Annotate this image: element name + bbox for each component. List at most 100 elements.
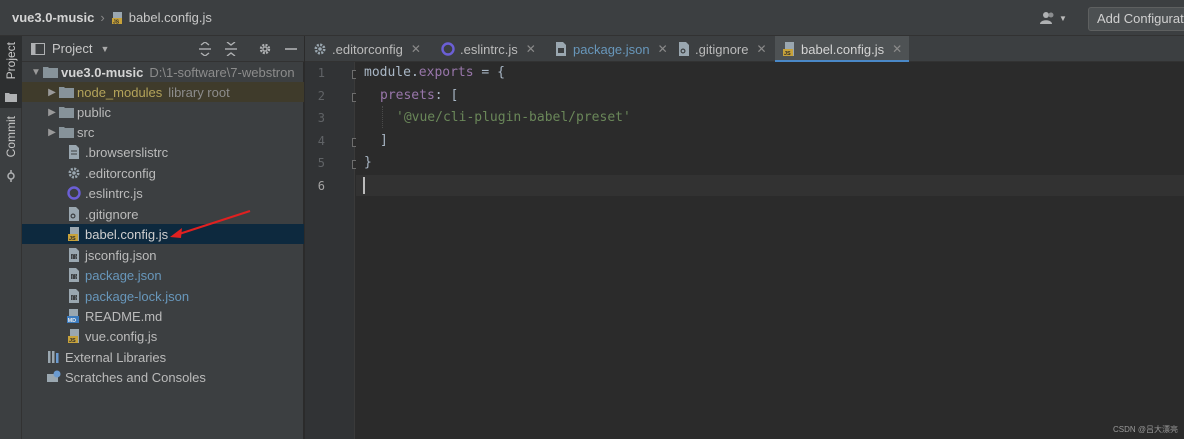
- svg-text:MD: MD: [68, 318, 77, 324]
- current-line-highlight: [356, 175, 1184, 196]
- scratches-icon: [46, 369, 62, 385]
- breadcrumb-file[interactable]: JS babel.config.js: [111, 10, 212, 25]
- json-file-icon: [555, 42, 568, 56]
- indent-guide: [382, 106, 383, 128]
- tab-label: .eslintrc.js: [460, 41, 518, 57]
- tree-row-scratches[interactable]: Scratches and Consoles: [22, 367, 304, 387]
- svg-text:{}: {}: [71, 275, 77, 281]
- tab-eslintrc[interactable]: .eslintrc.js ✕: [433, 36, 544, 62]
- code-line-4: ]: [380, 133, 388, 148]
- tree-item-label: node_modules: [77, 84, 163, 100]
- tree-item-label: package.json: [85, 267, 162, 283]
- collapse-all-button[interactable]: [222, 40, 240, 58]
- settings-button[interactable]: [256, 40, 274, 58]
- tree-row-editorconfig[interactable]: .editorconfig: [22, 163, 304, 183]
- tree-row-eslintrc[interactable]: .eslintrc.js: [22, 183, 304, 203]
- project-view-icon: [31, 43, 45, 55]
- json-file-icon: {}: [66, 247, 82, 263]
- tree-row-node-modules[interactable]: ▶ node_modules library root: [22, 82, 304, 102]
- tab-package-json[interactable]: package.json ✕: [547, 36, 676, 62]
- tab-label: .gitignore: [695, 41, 749, 57]
- code-token: : [: [434, 88, 459, 103]
- editor-gutter[interactable]: 1 2 3 4 5 6: [305, 62, 361, 439]
- commit-tool-tab[interactable]: Commit: [0, 116, 22, 182]
- tool-window-strip: Project Commit: [0, 36, 22, 439]
- tree-row-gitignore[interactable]: .gitignore: [22, 204, 304, 224]
- close-icon[interactable]: ✕: [411, 42, 421, 56]
- chevron-right-icon[interactable]: ▶: [46, 87, 58, 98]
- tab-editorconfig[interactable]: .editorconfig ✕: [305, 36, 429, 62]
- code-editor[interactable]: module.exports = { presets: [ '@vue/cli-…: [356, 62, 1184, 439]
- line-number: 5: [317, 156, 325, 170]
- tree-item-label: vue.config.js: [85, 328, 158, 344]
- tree-row-public[interactable]: ▶ public: [22, 102, 304, 122]
- js-file-icon: JS: [111, 11, 122, 25]
- tree-item-label: .browserslistrc: [85, 144, 169, 160]
- eslint-icon: [66, 185, 82, 201]
- json-file-icon: {}: [66, 267, 82, 283]
- annotation-arrow: [170, 210, 251, 238]
- tree-row-vue-config[interactable]: JS vue.config.js: [22, 326, 304, 346]
- file-icon: [66, 144, 82, 160]
- folder-icon: [58, 104, 74, 120]
- add-configuration-button[interactable]: Add Configurati: [1088, 7, 1184, 31]
- tree-row-package-lock[interactable]: {} package-lock.json: [22, 286, 304, 306]
- hide-panel-button[interactable]: [282, 40, 300, 58]
- gitignore-icon: [678, 42, 690, 56]
- tree-item-label: jsconfig.json: [85, 247, 157, 263]
- svg-text:JS: JS: [113, 19, 120, 25]
- close-icon[interactable]: ✕: [756, 42, 766, 56]
- tree-item-label: babel.config.js: [85, 226, 169, 242]
- tree-item-hint: library root: [168, 84, 230, 100]
- chevron-down-icon[interactable]: ▼: [100, 44, 109, 54]
- tree-row-root[interactable]: ▼ vue3.0-music D:\1-software\7-webstron: [22, 62, 304, 82]
- user-menu-button[interactable]: ▼: [1040, 9, 1072, 27]
- tab-label: .editorconfig: [332, 41, 403, 57]
- line-number: 6: [317, 179, 325, 193]
- expand-all-icon: [199, 42, 211, 56]
- code-line-2: presets: [: [380, 88, 458, 103]
- js-file-icon: JS: [783, 41, 796, 57]
- breadcrumb-project[interactable]: vue3.0-music: [12, 10, 94, 25]
- tree-row-package-json[interactable]: {} package.json: [22, 265, 304, 285]
- tree-row-browserslistrc[interactable]: .browserslistrc: [22, 142, 304, 162]
- code-line-3: '@vue/cli-plugin-babel/preset': [396, 110, 631, 125]
- chevron-right-icon[interactable]: ▶: [46, 107, 58, 118]
- tree-row-readme[interactable]: MD README.md: [22, 306, 304, 326]
- chevron-right-icon: ›: [100, 10, 105, 25]
- js-file-icon: JS: [66, 328, 82, 344]
- tree-row-jsconfig[interactable]: {} jsconfig.json: [22, 245, 304, 265]
- tree-item-label: README.md: [85, 308, 163, 324]
- project-tool-tab[interactable]: Project: [0, 36, 22, 108]
- navigation-bar: vue3.0-music › JS babel.config.js ▼ Add …: [0, 0, 1184, 36]
- tree-item-label: External Libraries: [65, 349, 167, 365]
- json-file-icon: {}: [66, 288, 82, 304]
- libraries-icon: [46, 349, 62, 365]
- tree-row-external-libraries[interactable]: External Libraries: [22, 347, 304, 367]
- code-line-1: module.exports = {: [364, 65, 505, 80]
- close-icon[interactable]: ✕: [892, 42, 902, 56]
- svg-text:JS: JS: [69, 236, 76, 242]
- chevron-down-icon: ▼: [1059, 13, 1067, 23]
- project-panel-title[interactable]: Project: [52, 41, 92, 56]
- tree-item-label: .editorconfig: [85, 165, 156, 181]
- tree-row-babel-config[interactable]: JS babel.config.js: [22, 224, 304, 244]
- svg-text:JS: JS: [784, 51, 791, 57]
- watermark: CSDN @吕大漂亮: [1112, 425, 1178, 434]
- tab-gitignore[interactable]: .gitignore ✕: [670, 36, 775, 62]
- code-token: exports: [418, 65, 474, 80]
- chevron-right-icon[interactable]: ▶: [46, 127, 58, 138]
- svg-text:{}: {}: [71, 296, 77, 302]
- close-icon[interactable]: ✕: [526, 42, 536, 56]
- expand-all-button[interactable]: [196, 40, 214, 58]
- code-token: module.: [364, 65, 419, 80]
- line-number: 1: [317, 66, 325, 80]
- gear-icon: [66, 165, 82, 181]
- tab-babel-config[interactable]: JS babel.config.js ✕: [775, 36, 909, 63]
- tree-row-src[interactable]: ▶ src: [22, 122, 304, 142]
- tree-item-label: .gitignore: [85, 206, 139, 222]
- close-icon[interactable]: ✕: [658, 42, 668, 56]
- eslint-icon: [441, 42, 455, 56]
- chevron-down-icon[interactable]: ▼: [30, 67, 42, 78]
- tab-label: babel.config.js: [801, 41, 885, 57]
